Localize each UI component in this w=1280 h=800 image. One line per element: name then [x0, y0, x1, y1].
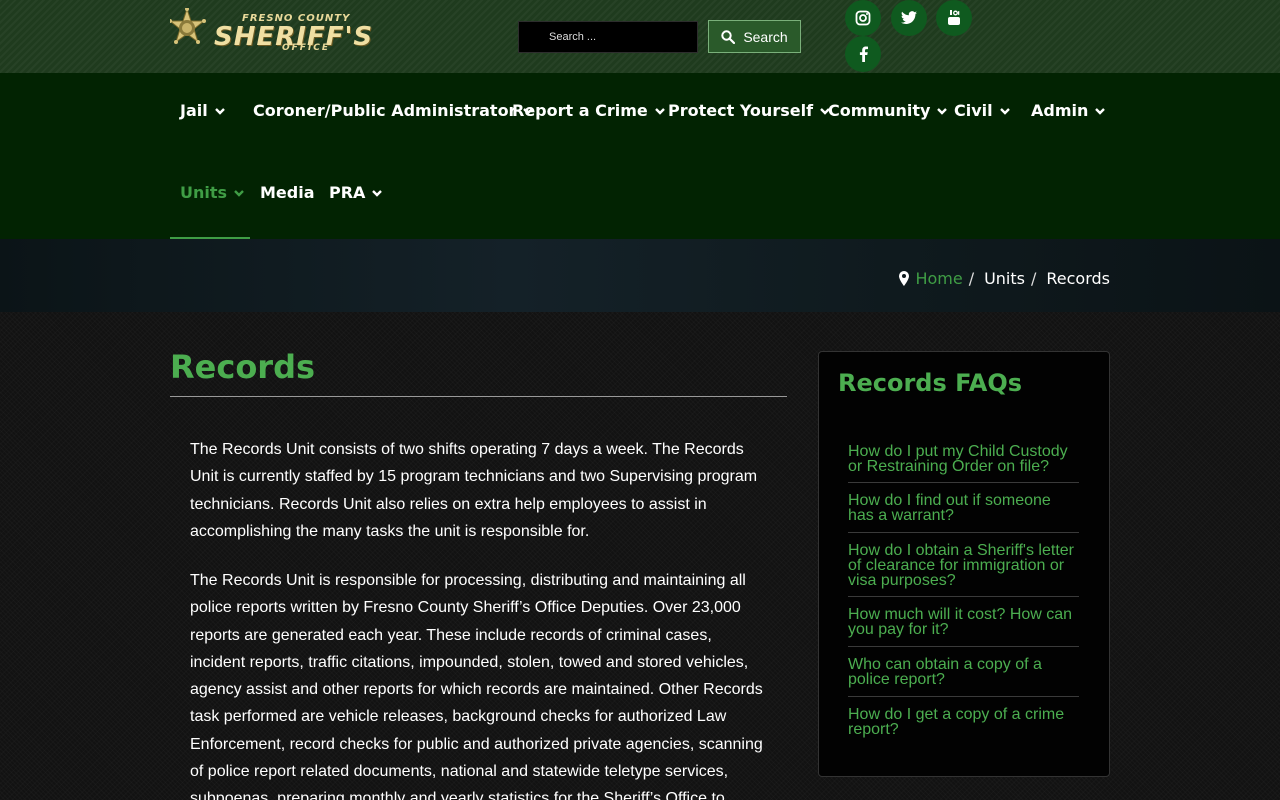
- chevron-down-icon: [937, 107, 948, 115]
- facebook-icon: [859, 46, 868, 62]
- search-button-label: Search: [743, 28, 788, 45]
- faq-divider: [848, 532, 1079, 533]
- page-title: Records: [170, 348, 316, 386]
- nav-label: Units: [180, 183, 228, 202]
- faq-link[interactable]: How do I find out if someone has a warra…: [848, 493, 1079, 524]
- instagram-link[interactable]: [845, 0, 881, 36]
- faq-title: Records FAQs: [838, 369, 1023, 397]
- title-divider: [170, 396, 787, 397]
- map-marker-icon: [899, 271, 910, 286]
- faq-divider: [848, 596, 1079, 597]
- nav-label: Community: [828, 101, 931, 120]
- twitter-link[interactable]: [891, 0, 927, 36]
- logo-office-text: OFFICE: [282, 43, 331, 53]
- faq-link[interactable]: How much will it cost? How can you pay f…: [848, 607, 1079, 638]
- nav-item-protect-yourself[interactable]: Protect Yourself: [668, 101, 831, 120]
- nav-item-admin[interactable]: Admin: [1031, 101, 1106, 120]
- faq-divider: [848, 696, 1079, 697]
- nav-item-jail[interactable]: Jail: [180, 101, 226, 120]
- nav-label: Jail: [180, 101, 208, 120]
- faq-link[interactable]: How do I obtain a Sheriff's letter of cl…: [848, 543, 1079, 589]
- faq-link[interactable]: How do I put my Child Custody or Restrai…: [848, 444, 1079, 475]
- faq-divider: [848, 646, 1079, 647]
- breadcrumb-units-link[interactable]: Units: [984, 269, 1025, 288]
- instagram-icon: [855, 10, 871, 26]
- breadcrumb-separator: /: [968, 269, 975, 288]
- nav-label: PRA: [329, 183, 366, 202]
- nav-item-units[interactable]: Units: [180, 183, 245, 202]
- nav-item-media[interactable]: Media: [260, 183, 315, 202]
- chevron-down-icon: [214, 107, 225, 115]
- breadcrumb-current: Records: [1046, 269, 1110, 288]
- nav-label: Civil: [954, 101, 993, 120]
- nav-label: Media: [260, 183, 315, 202]
- chevron-down-icon: [1095, 107, 1106, 115]
- faq-divider: [848, 482, 1079, 483]
- nav-label: Admin: [1031, 101, 1089, 120]
- search-icon: [721, 29, 736, 44]
- nav-label: Report a Crime: [512, 101, 648, 120]
- search-button[interactable]: Search: [708, 20, 801, 53]
- youtube-icon: [948, 10, 960, 25]
- nav-item-pra[interactable]: PRA: [329, 183, 383, 202]
- nav-label: Coroner/Public Administrator: [253, 101, 517, 120]
- search-input[interactable]: [518, 21, 698, 53]
- nav-label: Protect Yourself: [668, 101, 814, 120]
- breadcrumb-home-link[interactable]: Home: [915, 269, 962, 288]
- star-badge-icon: [170, 8, 206, 44]
- nav-item-civil[interactable]: Civil: [954, 101, 1011, 120]
- breadcrumb-separator: /: [1030, 269, 1037, 288]
- content-paragraph: The Records Unit consists of two shifts …: [190, 441, 758, 540]
- nav-item-report-crime[interactable]: Report a Crime: [512, 101, 666, 120]
- sheriff-logo[interactable]: FRESNO COUNTY SHERIFF'S OFFICE: [170, 8, 385, 58]
- facebook-link[interactable]: [845, 36, 881, 72]
- youtube-link[interactable]: [936, 0, 972, 36]
- breadcrumb: Home / Units / Records: [899, 269, 1110, 288]
- main-navigation: [0, 73, 1280, 239]
- chevron-down-icon: [654, 107, 665, 115]
- chevron-down-icon: [372, 189, 383, 197]
- nav-item-coroner[interactable]: Coroner/Public Administrator: [253, 101, 534, 120]
- faq-link[interactable]: How do I get a copy of a crime report?: [848, 707, 1079, 738]
- twitter-icon: [901, 11, 917, 25]
- content-paragraph: The Records Unit is responsible for proc…: [190, 572, 763, 800]
- faq-link[interactable]: Who can obtain a copy of a police report…: [848, 657, 1079, 688]
- chevron-down-icon: [234, 189, 244, 197]
- nav-item-community[interactable]: Community: [828, 101, 948, 120]
- chevron-down-icon: [999, 107, 1010, 115]
